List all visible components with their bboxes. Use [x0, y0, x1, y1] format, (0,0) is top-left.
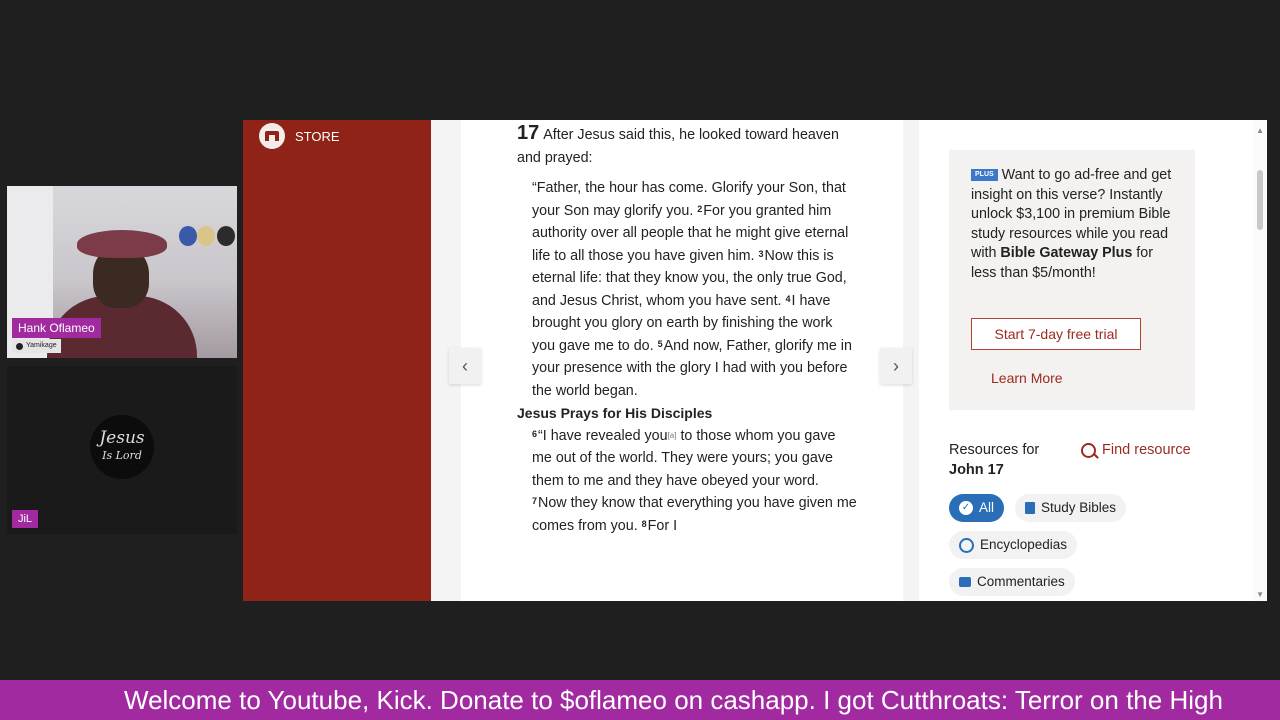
verse-number: 2 — [697, 203, 703, 214]
webcam-tag-text: Yamikage — [26, 342, 57, 349]
verse-number: 7 — [532, 496, 538, 506]
jesus-is-lord-logo: Jesus Is Lord — [90, 415, 154, 479]
store-button[interactable]: STORE — [259, 123, 340, 149]
webcam-tag: Yamikage — [12, 339, 61, 353]
learn-more-link[interactable]: Learn More — [991, 370, 1063, 386]
plus-badge: PLUS — [971, 169, 998, 182]
resources-heading: Resources for John 17 — [949, 442, 1040, 478]
next-chapter-button[interactable]: › — [880, 348, 912, 384]
prayer-paragraph: “Father, the hour has come. Glorify your… — [517, 177, 857, 402]
disciples-paragraph: 6“I have revealed you[a] to those whom y… — [532, 427, 857, 534]
scripture-text: 17 After Jesus said this, he looked towar… — [517, 122, 857, 537]
filter-commentaries-chip[interactable]: Commentaries — [949, 568, 1075, 596]
resources-sidebar: PLUS Want to go ad-free and get insight o… — [919, 120, 1267, 601]
section-heading: Jesus Prays for His Disciples — [517, 405, 713, 421]
plus-promo-box: PLUS Want to go ad-free and get insight o… — [949, 150, 1195, 410]
verse-number: 3 — [758, 248, 764, 259]
previous-chapter-button[interactable]: ‹ — [449, 348, 481, 384]
book-icon — [1025, 502, 1035, 514]
scroll-thumb[interactable] — [1257, 170, 1263, 230]
webcam-background-hats — [179, 226, 237, 252]
bible-reader: ‹ › 17 After Jesus said this, he looked t… — [431, 120, 919, 601]
globe-icon — [959, 537, 974, 553]
store-sidebar: STORE — [243, 120, 431, 601]
filter-study-bibles-chip[interactable]: Study Bibles — [1015, 494, 1127, 522]
chapter-number: 17 — [517, 122, 540, 144]
ticker-text: Welcome to Youtube, Kick. Donate to $ofl… — [124, 685, 1223, 715]
webcam-person-hat — [77, 230, 167, 258]
plus-brand: Bible Gateway Plus — [1000, 245, 1133, 261]
comment-icon — [959, 577, 971, 587]
resources-ref: John 17 — [949, 462, 1004, 478]
guest-name-label: JiL — [12, 510, 38, 528]
filter-encyclopedias-chip[interactable]: Encyclopedias — [949, 531, 1078, 559]
find-resource-link[interactable]: Find resource — [1081, 440, 1192, 460]
webcam-name-label: Hank Oflameo — [12, 318, 101, 338]
verse-number: 4 — [785, 293, 791, 304]
verse-number: 8 — [641, 518, 647, 529]
free-trial-button[interactable]: Start 7-day free trial — [971, 318, 1141, 350]
status-dot-icon — [16, 342, 23, 350]
scroll-down-icon[interactable]: ▼ — [1256, 590, 1264, 599]
sidebar-scrollbar[interactable]: ▲ ▼ — [1253, 120, 1267, 601]
plus-promo-text: PLUS Want to go ad-free and get insight o… — [971, 167, 1172, 281]
store-icon — [259, 123, 285, 149]
browser-viewport: STORE ‹ › 17 After Jesus said this, he lo… — [243, 120, 1267, 601]
verse-number: 6 — [532, 428, 538, 439]
scroll-up-icon[interactable]: ▲ — [1256, 126, 1264, 135]
filter-all-chip[interactable]: ✓ All — [949, 494, 1005, 522]
check-icon: ✓ — [959, 501, 973, 515]
search-icon — [1081, 443, 1096, 458]
store-label: STORE — [295, 128, 340, 144]
verse-1-intro: 17 After Jesus said this, he looked towar… — [517, 122, 839, 166]
stream-ticker: Welcome to Youtube, Kick. Donate to $ofl… — [0, 680, 1280, 720]
verse-number: 5 — [657, 338, 663, 349]
